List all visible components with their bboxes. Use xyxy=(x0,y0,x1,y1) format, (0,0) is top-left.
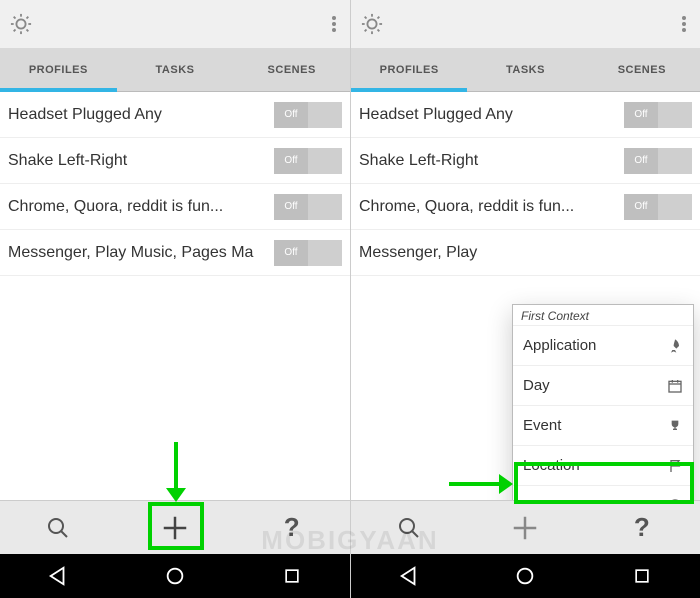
tab-scenes[interactable]: SCENES xyxy=(584,48,700,91)
phone-left: PROFILES TASKS SCENES Headset Plugged An… xyxy=(0,0,350,598)
nav-home-button[interactable] xyxy=(510,561,540,591)
profile-label: Headset Plugged Any xyxy=(8,106,268,124)
nav-recent-button[interactable] xyxy=(627,561,657,591)
toggle-off-label: Off xyxy=(624,148,658,174)
profile-row[interactable]: Chrome, Quora, reddit is fun... Off xyxy=(351,184,700,230)
help-icon: ? xyxy=(284,512,300,543)
add-button[interactable] xyxy=(467,501,583,554)
plus-icon xyxy=(160,513,190,543)
search-button[interactable] xyxy=(0,501,117,554)
bottom-toolbar: ? xyxy=(351,500,700,554)
tab-label: PROFILES xyxy=(380,64,439,76)
profile-label: Shake Left-Right xyxy=(359,152,618,170)
nav-home-button[interactable] xyxy=(160,561,190,591)
help-icon: ? xyxy=(634,512,650,543)
profile-row[interactable]: Messenger, Play Music, Pages Ma Off xyxy=(0,230,350,276)
context-menu-label: State xyxy=(523,497,558,500)
tasker-logo-icon xyxy=(10,13,32,35)
nav-recent-button[interactable] xyxy=(277,561,307,591)
profile-toggle[interactable]: Off xyxy=(624,102,692,128)
profile-label: Chrome, Quora, reddit is fun... xyxy=(8,198,268,216)
help-button[interactable]: ? xyxy=(584,501,700,554)
phone-right: PROFILES TASKS SCENES Headset Plugged An… xyxy=(350,0,700,598)
profile-row[interactable]: Shake Left-Right Off xyxy=(351,138,700,184)
tasker-logo-icon xyxy=(361,13,383,35)
tab-label: PROFILES xyxy=(29,64,88,76)
nav-back-button[interactable] xyxy=(394,561,424,591)
calendar-icon xyxy=(665,378,683,394)
context-menu-item-event[interactable]: Event xyxy=(513,405,693,445)
profile-row[interactable]: Messenger, Play xyxy=(351,230,700,276)
profile-label: Chrome, Quora, reddit is fun... xyxy=(359,198,618,216)
profile-list: Headset Plugged Any Off Shake Left-Right… xyxy=(351,92,700,500)
profile-label: Messenger, Play Music, Pages Ma xyxy=(8,244,268,262)
search-button[interactable] xyxy=(351,501,467,554)
overflow-menu-button[interactable] xyxy=(678,12,690,36)
contrast-icon xyxy=(665,498,683,501)
profile-toggle[interactable]: Off xyxy=(624,148,692,174)
toggle-off-label: Off xyxy=(274,148,308,174)
context-menu-label: Day xyxy=(523,377,550,394)
android-nav-bar xyxy=(351,554,700,598)
search-icon xyxy=(397,516,421,540)
context-menu-item-application[interactable]: Application xyxy=(513,325,693,365)
tab-label: SCENES xyxy=(268,64,316,76)
context-menu-item-day[interactable]: Day xyxy=(513,365,693,405)
nav-back-button[interactable] xyxy=(43,561,73,591)
toggle-off-label: Off xyxy=(624,194,658,220)
action-bar xyxy=(0,0,350,48)
tab-tasks[interactable]: TASKS xyxy=(467,48,583,91)
toggle-off-label: Off xyxy=(274,102,308,128)
tab-bar: PROFILES TASKS SCENES xyxy=(0,48,350,92)
bottom-toolbar: ? xyxy=(0,500,350,554)
tab-profiles[interactable]: PROFILES xyxy=(0,48,117,91)
search-icon xyxy=(46,516,70,540)
profile-label: Shake Left-Right xyxy=(8,152,268,170)
profile-toggle[interactable]: Off xyxy=(274,240,342,266)
tab-scenes[interactable]: SCENES xyxy=(233,48,350,91)
context-menu-label: Event xyxy=(523,417,561,434)
toggle-off-label: Off xyxy=(274,194,308,220)
profile-label: Headset Plugged Any xyxy=(359,106,618,124)
tab-tasks[interactable]: TASKS xyxy=(117,48,234,91)
context-menu: First Context Application Day Event Loca… xyxy=(512,304,694,500)
profile-row[interactable]: Headset Plugged Any Off xyxy=(0,92,350,138)
profile-row[interactable]: Headset Plugged Any Off xyxy=(351,92,700,138)
tab-profiles[interactable]: PROFILES xyxy=(351,48,467,91)
context-menu-label: Application xyxy=(523,337,596,354)
context-menu-item-location[interactable]: Location xyxy=(513,445,693,485)
action-bar xyxy=(351,0,700,48)
android-nav-bar xyxy=(0,554,350,598)
tab-label: TASKS xyxy=(156,64,195,76)
profile-label: Messenger, Play xyxy=(359,244,686,262)
context-menu-item-state[interactable]: State xyxy=(513,485,693,500)
plus-icon xyxy=(510,513,540,543)
profile-toggle[interactable]: Off xyxy=(274,102,342,128)
tab-label: TASKS xyxy=(506,64,545,76)
tab-bar: PROFILES TASKS SCENES xyxy=(351,48,700,92)
profile-row[interactable]: Chrome, Quora, reddit is fun... Off xyxy=(0,184,350,230)
trophy-icon xyxy=(665,418,683,434)
context-menu-title: First Context xyxy=(513,305,693,325)
overflow-menu-button[interactable] xyxy=(328,12,340,36)
profile-toggle[interactable]: Off xyxy=(274,148,342,174)
profile-list: Headset Plugged Any Off Shake Left-Right… xyxy=(0,92,350,500)
toggle-off-label: Off xyxy=(624,102,658,128)
tab-label: SCENES xyxy=(618,64,666,76)
rocket-icon xyxy=(665,338,683,354)
profile-toggle[interactable]: Off xyxy=(274,194,342,220)
add-button[interactable] xyxy=(117,501,234,554)
context-menu-label: Location xyxy=(523,457,580,474)
flag-icon xyxy=(665,458,683,474)
profile-toggle[interactable]: Off xyxy=(624,194,692,220)
profile-row[interactable]: Shake Left-Right Off xyxy=(0,138,350,184)
toggle-off-label: Off xyxy=(274,240,308,266)
help-button[interactable]: ? xyxy=(233,501,350,554)
